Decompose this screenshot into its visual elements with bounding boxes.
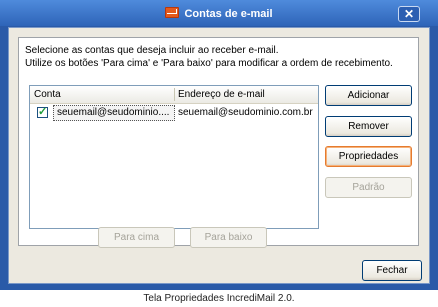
properties-button[interactable]: Propriedades — [325, 146, 412, 167]
close-button[interactable]: Fechar — [362, 260, 422, 281]
close-window-button[interactable]: ✕ — [398, 6, 420, 22]
column-header-account[interactable]: Conta — [34, 89, 61, 100]
mail-icon — [165, 7, 180, 18]
title-wrap: Contas de e-mail — [0, 7, 438, 20]
list-header: Conta Endereço de e-mail — [30, 86, 318, 104]
move-up-label: Para cima — [113, 232, 159, 243]
move-down-button[interactable]: Para baixo — [190, 227, 267, 248]
column-header-email[interactable]: Endereço de e-mail — [178, 89, 265, 100]
close-label: Fechar — [376, 265, 408, 276]
instructions-line2: Utilize os botões 'Para cima' e 'Para ba… — [25, 58, 393, 69]
account-checkbox[interactable]: ✓ — [37, 107, 48, 118]
move-down-label: Para baixo — [204, 232, 253, 243]
account-name-cell: seuemail@seudominio.... — [53, 105, 175, 121]
dialog-window: Contas de e-mail ✕ Selecione as contas q… — [0, 0, 438, 290]
title-bar[interactable]: Contas de e-mail ✕ — [0, 0, 438, 26]
remove-button[interactable]: Remover — [325, 116, 412, 137]
window-title: Contas de e-mail — [184, 8, 273, 20]
column-divider[interactable] — [174, 88, 175, 101]
figure-caption: Tela Propriedades IncrediMail 2.0. — [143, 293, 295, 304]
dialog-client-area: Selecione as contas que deseja incluir a… — [8, 27, 430, 284]
properties-label: Propriedades — [338, 151, 399, 162]
list-item[interactable]: ✓ seuemail@seudominio.... seuemail@seudo… — [30, 105, 318, 121]
accounts-panel: Selecione as contas que deseja incluir a… — [18, 37, 419, 248]
accounts-list[interactable]: Conta Endereço de e-mail ✓ seuemail@seud… — [29, 85, 319, 229]
default-label: Padrão — [352, 182, 385, 193]
move-up-button[interactable]: Para cima — [98, 227, 175, 248]
remove-label: Remover — [348, 121, 389, 132]
add-label: Adicionar — [347, 90, 390, 101]
add-button[interactable]: Adicionar — [325, 85, 412, 106]
instructions: Selecione as contas que deseja incluir a… — [25, 44, 393, 70]
instructions-line1: Selecione as contas que deseja incluir a… — [25, 45, 279, 56]
account-email-cell: seuemail@seudominio.com.br — [178, 107, 313, 118]
default-button[interactable]: Padrão — [325, 177, 412, 198]
